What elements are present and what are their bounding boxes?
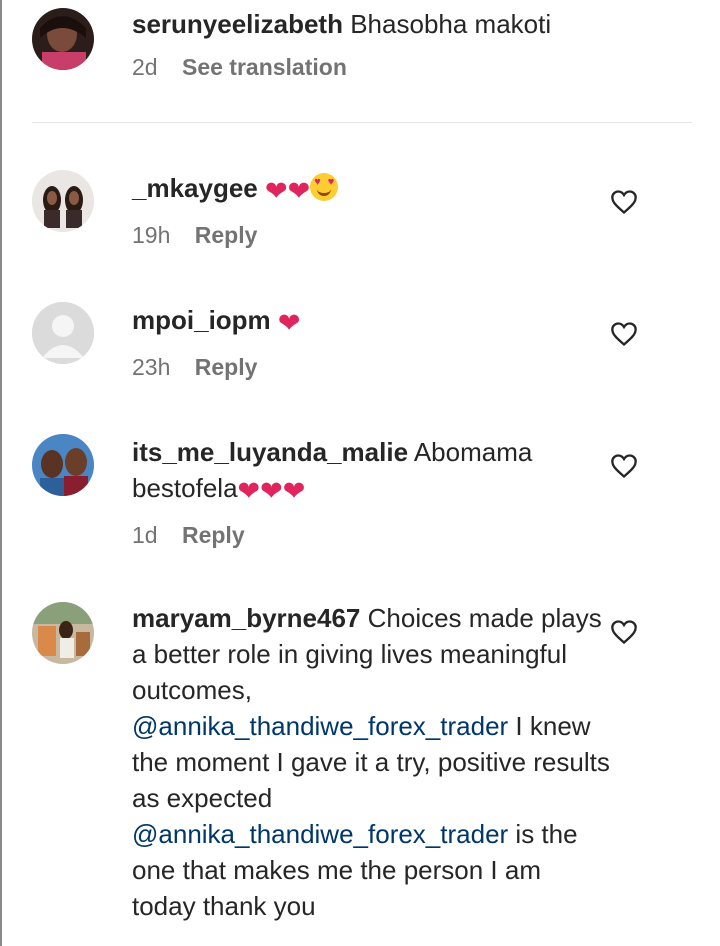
- comment-meta: 23h Reply: [132, 354, 610, 384]
- reply-button[interactable]: Reply: [195, 354, 258, 380]
- comment-body: its_me_luyanda_malie Abomama bestofela❤❤…: [132, 434, 610, 552]
- avatar-photo: [32, 170, 94, 232]
- avatar-photo: [32, 434, 94, 496]
- heart-outline-icon[interactable]: [610, 320, 638, 348]
- comment-body: mpoi_iopm ❤ 23h Reply: [132, 302, 610, 384]
- heart-outline-icon[interactable]: [610, 452, 638, 480]
- avatar[interactable]: [32, 602, 94, 664]
- comment-time: 1d: [132, 522, 158, 548]
- default-avatar-icon: [32, 302, 94, 364]
- red-heart-icon: ❤: [265, 176, 288, 207]
- comment-meta: 1d Reply: [132, 522, 610, 552]
- see-translation-button[interactable]: See translation: [182, 54, 347, 80]
- username-link[interactable]: mpoi_iopm: [132, 305, 271, 335]
- red-heart-icon: ❤: [237, 476, 261, 507]
- username-link[interactable]: maryam_byrne467: [132, 603, 360, 633]
- comment-body: maryam_byrne467 Choices made plays a bet…: [132, 600, 610, 924]
- red-heart-icon: ❤: [260, 476, 283, 507]
- mention-link[interactable]: @annika_thandiwe_forex_trader: [132, 819, 508, 849]
- avatar[interactable]: [32, 434, 94, 496]
- username-link[interactable]: _mkaygee: [132, 173, 258, 203]
- comment-text: serunyeelizabeth Bhasobha makoti: [132, 6, 610, 42]
- reply-button[interactable]: Reply: [182, 522, 245, 548]
- heart-outline-icon[interactable]: [610, 188, 638, 216]
- comment-body: serunyeelizabeth Bhasobha makoti 2d See …: [132, 6, 610, 84]
- comment-body: _mkaygee ❤❤ 19h Reply: [132, 170, 610, 252]
- heart-eyes-icon: [310, 173, 339, 201]
- username-link[interactable]: its_me_luyanda_malie: [132, 437, 408, 467]
- comment-time: 19h: [132, 222, 171, 248]
- avatar[interactable]: [32, 8, 94, 70]
- divider: [32, 122, 692, 123]
- comment-text: maryam_byrne467 Choices made plays a bet…: [132, 600, 610, 924]
- comment-text: its_me_luyanda_malie Abomama bestofela❤❤…: [132, 434, 610, 510]
- comment-text: mpoi_iopm ❤: [132, 302, 610, 342]
- mention-link[interactable]: @annika_thandiwe_forex_trader: [132, 711, 508, 741]
- window-edge: [0, 0, 2, 946]
- comment-meta: 19h Reply: [132, 222, 610, 252]
- comment-time: 2d: [132, 54, 158, 80]
- avatar-photo: [32, 8, 94, 70]
- avatar[interactable]: [32, 302, 94, 364]
- comment-meta: 2d See translation: [132, 54, 610, 84]
- comment-time: 23h: [132, 354, 171, 380]
- red-heart-icon: ❤: [277, 308, 301, 339]
- username-link[interactable]: serunyeelizabeth: [132, 9, 343, 39]
- avatar-photo: [32, 602, 94, 664]
- comment-text: _mkaygee ❤❤: [132, 170, 610, 210]
- avatar[interactable]: [32, 170, 94, 232]
- red-heart-icon: ❤: [287, 176, 311, 207]
- comment-content: Bhasobha makoti: [350, 9, 552, 39]
- heart-outline-icon[interactable]: [610, 618, 638, 646]
- red-heart-icon: ❤: [282, 476, 306, 507]
- reply-button[interactable]: Reply: [195, 222, 258, 248]
